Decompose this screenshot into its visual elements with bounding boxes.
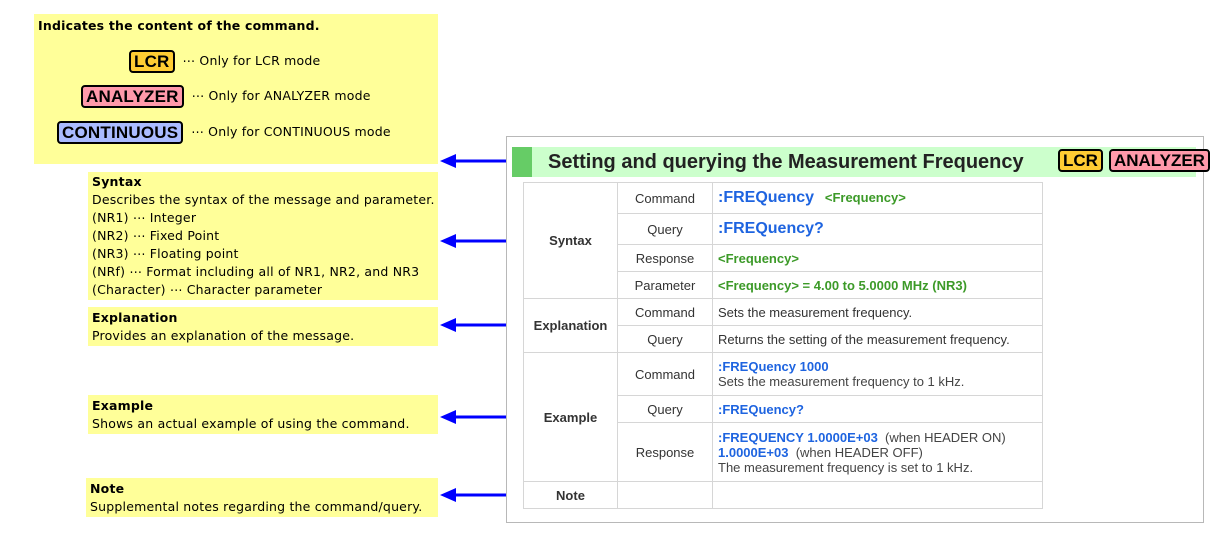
command-reference-panel: Setting and querying the Measurement Fre… xyxy=(506,136,1210,523)
explanation-note-text: Provides an explanation of the message. xyxy=(92,328,355,343)
explanation-command: Sets the measurement frequency. xyxy=(712,298,1043,326)
legend-heading: Indicates the content of the command. xyxy=(38,18,320,33)
parameter-code: <Frequency> = 4.00 to 5.0000 MHz (NR3) xyxy=(718,277,967,293)
example-query-code: :FREQuency? xyxy=(718,401,804,417)
response-code: <Frequency> xyxy=(718,250,799,266)
legend-desc: ⋯ Only for CONTINUOUS mode xyxy=(191,124,391,139)
explanation-query: Returns the setting of the measurement f… xyxy=(712,325,1043,353)
empty-cell xyxy=(617,481,713,509)
command-code: :FREQuency xyxy=(718,189,815,206)
row-label: Command xyxy=(617,182,713,214)
row-label: Response xyxy=(617,422,713,482)
example-response-note: (when HEADER ON) xyxy=(885,429,1006,445)
row-label: Query xyxy=(617,325,713,353)
syntax-response: <Frequency> xyxy=(712,244,1043,272)
example-response-code: 1.0000E+03 xyxy=(718,444,789,460)
doc-title: Setting and querying the Measurement Fre… xyxy=(548,151,1024,173)
row-label: Parameter xyxy=(617,271,713,299)
syntax-note-line: (NR1) ⋯ Integer xyxy=(92,210,197,225)
legend-desc: ⋯ Only for ANALYZER mode xyxy=(191,88,371,103)
syntax-note-line: (Character) ⋯ Character parameter xyxy=(92,282,323,297)
row-label: Command xyxy=(617,298,713,326)
example-note: Example Shows an actual example of using… xyxy=(88,395,438,434)
note-note-title: Note xyxy=(90,481,125,496)
command-spec-table: Syntax Command :FREQuency <Frequency> Qu… xyxy=(523,182,1043,509)
explanation-note: Explanation Provides an explanation of t… xyxy=(88,307,438,346)
legend-desc: ⋯ Only for LCR mode xyxy=(182,53,321,68)
example-response: :FREQUENCY 1.0000E+03 (when HEADER ON) 1… xyxy=(712,422,1043,482)
syntax-note-line: Describes the syntax of the message and … xyxy=(92,192,435,207)
section-note: Note xyxy=(523,481,618,509)
doc-title-bar: Setting and querying the Measurement Fre… xyxy=(512,147,1210,177)
syntax-note: Syntax Describes the syntax of the messa… xyxy=(88,172,438,300)
row-label: Query xyxy=(617,213,713,245)
table-row: Example Command :FREQuency 1000 Sets the… xyxy=(523,352,1043,482)
query-code: :FREQuency? xyxy=(718,220,824,237)
explanation-note-title: Explanation xyxy=(92,310,178,325)
lcr-tag: LCR xyxy=(129,49,175,73)
syntax-note-line: (NR2) ⋯ Fixed Point xyxy=(92,228,220,243)
row-label: Command xyxy=(617,352,713,396)
syntax-command: :FREQuency <Frequency> xyxy=(712,182,1043,214)
table-row: Syntax Command :FREQuency <Frequency> xyxy=(523,182,1043,299)
note-note: Note Supplemental notes regarding the co… xyxy=(86,478,438,517)
legend-item-analyzer: ANALYZER ⋯ Only for ANALYZER mode xyxy=(81,84,371,108)
analyzer-tag: ANALYZER xyxy=(81,84,184,108)
section-explanation: Explanation xyxy=(523,298,618,353)
legend-item-lcr: LCR ⋯ Only for LCR mode xyxy=(129,49,320,73)
note-note-text: Supplemental notes regarding the command… xyxy=(90,499,423,514)
syntax-note-line: (NR3) ⋯ Floating point xyxy=(92,246,239,261)
example-command-text: Sets the measurement frequency to 1 kHz. xyxy=(718,374,965,389)
example-response-note: (when HEADER OFF) xyxy=(795,444,923,460)
title-accent-bar xyxy=(512,147,532,177)
empty-cell xyxy=(712,481,1043,509)
lcr-tag: LCR xyxy=(1058,149,1103,172)
section-syntax: Syntax xyxy=(523,182,618,299)
row-label: Query xyxy=(617,395,713,423)
syntax-parameter: <Frequency> = 4.00 to 5.0000 MHz (NR3) xyxy=(712,271,1043,299)
doc-title-tags: LCR ANALYZER xyxy=(1058,149,1210,172)
table-row: Explanation Command Sets the measurement… xyxy=(523,298,1043,353)
table-row: Note xyxy=(523,481,1043,509)
example-response-text: The measurement frequency is set to 1 kH… xyxy=(718,459,974,475)
example-note-title: Example xyxy=(92,398,154,413)
syntax-note-title: Syntax xyxy=(92,174,142,189)
command-arg: <Frequency> xyxy=(824,190,906,205)
legend-box: Indicates the content of the command. LC… xyxy=(34,14,438,164)
syntax-query: :FREQuency? xyxy=(712,213,1043,245)
analyzer-tag: ANALYZER xyxy=(1108,149,1210,172)
continuous-tag: CONTINUOUS xyxy=(57,120,184,144)
section-example: Example xyxy=(523,352,618,482)
legend-item-continuous: CONTINUOUS ⋯ Only for CONTINUOUS mode xyxy=(57,120,391,144)
example-command: :FREQuency 1000 Sets the measurement fre… xyxy=(712,352,1043,396)
example-command-code: :FREQuency 1000 xyxy=(718,359,829,374)
example-response-code: :FREQUENCY 1.0000E+03 xyxy=(718,429,878,445)
row-label: Response xyxy=(617,244,713,272)
syntax-note-line: (NRf) ⋯ Format including all of NR1, NR2… xyxy=(92,264,420,279)
example-note-text: Shows an actual example of using the com… xyxy=(92,416,410,431)
example-query: :FREQuency? xyxy=(712,395,1043,423)
